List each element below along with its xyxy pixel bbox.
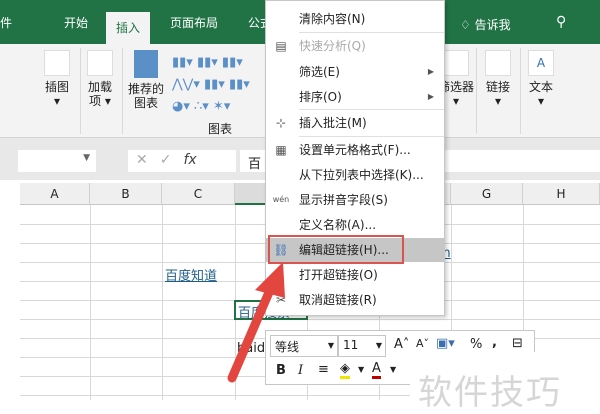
red-arrow-icon <box>227 262 285 383</box>
watermark: 软件技巧 <box>418 373 562 413</box>
